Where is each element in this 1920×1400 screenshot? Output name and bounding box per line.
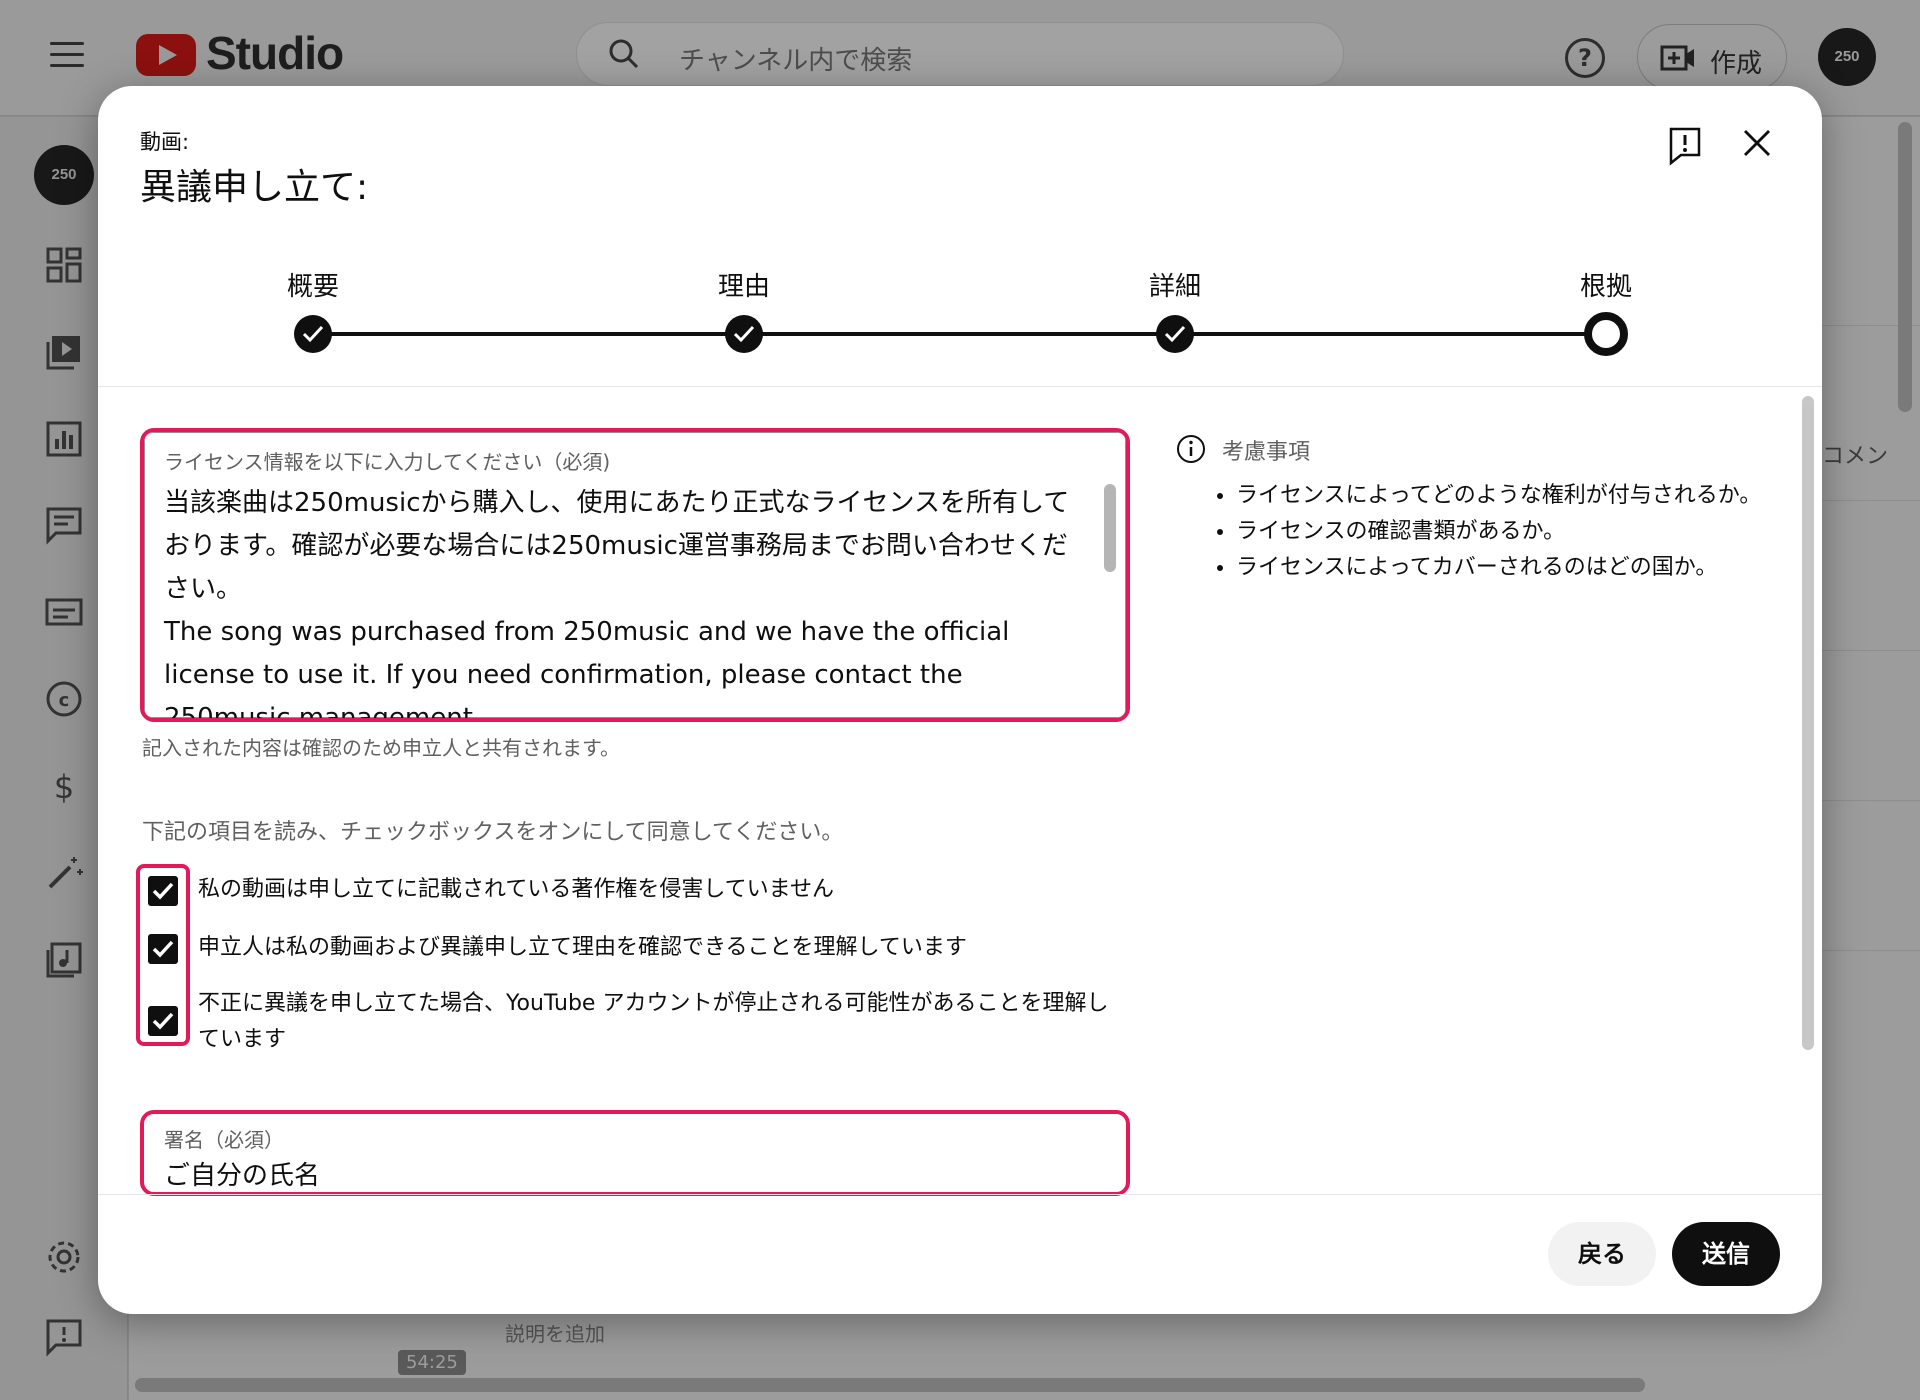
dialog-title: 異議申し立て: [140,167,369,208]
considerations-list: ライセンスによってどのような権利が付与されるか。 ライセンスの確認書類があるか。… [1176,478,1776,586]
submit-button[interactable]: 送信 [1672,1222,1780,1286]
analytics-icon[interactable] [44,419,84,459]
horizontal-scrollbar[interactable] [135,1378,1645,1392]
create-button[interactable]: 作成 [1637,24,1787,90]
comments-icon[interactable] [44,505,84,545]
create-video-icon [1660,45,1694,71]
audio-library-icon[interactable] [44,940,84,980]
agree-text-no-infringement: 私の動画は申し立てに記載されている著作権を侵害していません [198,877,835,902]
dialog-kicker: 動画: [140,130,190,154]
dialog-footer-divider [98,1194,1822,1195]
step-done-check-icon [294,315,332,353]
stepper-track [313,332,1603,336]
step-label: 理由 [717,272,770,302]
agree-text-claimant-review: 申立人は私の動画および異議申し立て理由を確認できることを理解しています [198,935,967,960]
video-duration: 54:25 [398,1350,466,1375]
step-done-check-icon [725,315,763,353]
menu-icon[interactable] [50,42,84,68]
feedback-icon[interactable] [44,1317,84,1357]
dialog-scrollbar[interactable] [1802,396,1814,1050]
license-text-en: The song was purchased from 250music and… [164,617,1010,722]
list-item: ライセンスの確認書類があるか。 [1236,514,1776,550]
agree-text-account-termination: 不正に異議を申し立てた場合、YouTube アカウントが停止される可能性があるこ… [198,991,1109,1052]
step-basis: 根拠 [1526,266,1686,306]
subtitles-icon[interactable] [44,592,84,632]
copyright-icon[interactable]: c [44,679,84,719]
search-icon [609,39,639,69]
channel-avatar[interactable]: 250 [34,145,94,205]
signature-field[interactable]: 署名（必須） [140,1110,1130,1196]
report-feedback-icon[interactable] [1668,126,1702,166]
agree-checkbox-account-termination[interactable] [148,1006,178,1036]
dialog-divider [98,386,1822,387]
info-icon [1177,435,1205,463]
comments-column-label: コメン [1822,444,1889,469]
list-item: ライセンスによってカバーされるのはどの国か。 [1236,550,1776,586]
earn-icon[interactable]: $ [44,766,84,806]
agreement-instruction: 下記の項目を読み、チェックボックスをオンにして同意してください。 [142,820,844,845]
back-button[interactable]: 戻る [1548,1222,1656,1286]
account-avatar[interactable]: 250 [1818,28,1876,86]
content-icon[interactable] [44,332,84,372]
agree-checkbox-no-infringement[interactable] [148,876,178,906]
dispute-dialog: 動画: 異議申し立て: 概要 理由 詳細 根拠 ライセンス情報を以下に入力してく… [98,86,1822,1314]
page-scrollbar[interactable] [1898,122,1912,412]
considerations-title: 考慮事項 [1222,440,1311,465]
settings-icon[interactable] [44,1237,84,1277]
search-placeholder: チャンネル内で検索 [679,46,913,76]
considerations-header: 考慮事項 [1176,432,1776,468]
license-field-value[interactable]: 当該楽曲は250musicから購入し、使用にあたり正式なライセンスを所有しており… [164,482,1084,722]
signature-input[interactable] [164,1158,1064,1188]
bg-divider [1822,800,1920,801]
add-description-link[interactable]: 説明を追加 [505,1318,605,1347]
step-reason: 理由 [664,266,824,306]
step-label: 詳細 [1148,272,1201,302]
step-label: 概要 [286,272,339,302]
list-item: ライセンスによってどのような権利が付与されるか。 [1236,478,1776,514]
search-bar[interactable]: チャンネル内で検索 [576,22,1344,86]
license-help-text: 記入された内容は確認のため申立人と共有されます。 [142,736,620,760]
close-icon[interactable] [1740,126,1774,160]
step-current-indicator [1584,312,1628,356]
license-info-textarea[interactable]: ライセンス情報を以下に入力してください（必須) 当該楽曲は250musicから購… [140,428,1130,722]
signature-label: 署名（必須） [164,1128,284,1152]
step-label: 根拠 [1579,272,1632,302]
license-field-label: ライセンス情報を以下に入力してください（必須) [164,450,611,474]
step-details: 詳細 [1095,266,1255,306]
agree-checkbox-claimant-review[interactable] [148,934,178,964]
considerations-panel: 考慮事項 ライセンスによってどのような権利が付与されるか。 ライセンスの確認書類… [1176,432,1776,586]
license-text-ja: 当該楽曲は250musicから購入し、使用にあたり正式なライセンスを所有しており… [164,488,1070,604]
step-done-check-icon [1156,315,1194,353]
step-overview: 概要 [233,266,393,306]
license-scrollbar[interactable] [1104,484,1116,572]
help-icon[interactable]: ? [1565,38,1605,78]
youtube-logo[interactable] [136,34,196,76]
app-name: Studio [206,27,344,79]
bg-divider [1822,500,1920,501]
create-label: 作成 [1710,49,1763,79]
customization-icon[interactable] [44,853,84,893]
svg-text:c: c [59,690,70,711]
svg-text:$: $ [54,768,74,806]
bg-divider [1822,650,1920,651]
dashboard-icon[interactable] [44,245,84,285]
bg-divider [1822,950,1920,951]
